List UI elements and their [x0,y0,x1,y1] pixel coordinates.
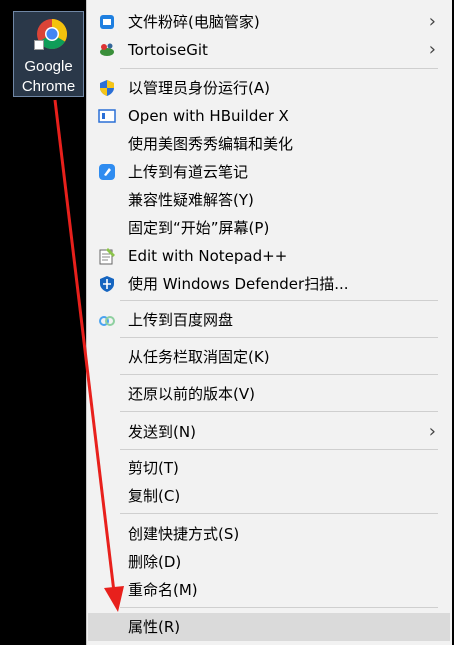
menu-item-run-as-admin[interactable]: 以管理员身份运行(A) [88,74,450,102]
menu-separator [120,513,438,514]
hbuilder-icon [98,109,116,123]
youdao-icon [99,164,115,180]
menu-separator [120,68,438,69]
menu-item-properties[interactable]: 属性(R) [88,613,450,641]
menu-item-create-shortcut[interactable]: 创建快捷方式(S) [88,520,450,548]
menu-separator [120,449,438,450]
defender-icon [100,276,114,292]
context-menu: 文件粉碎(电脑管家) › TortoiseGit › 以管理员身份运行(A) O… [86,0,452,645]
menu-item-unpin-taskbar[interactable]: 从任务栏取消固定(K) [88,343,450,371]
chevron-right-icon: › [428,421,436,442]
shred-icon [100,15,114,29]
menu-item-file-shred[interactable]: 文件粉碎(电脑管家) › [88,8,450,36]
menu-separator [120,374,438,375]
menu-item-copy[interactable]: 复制(C) [88,482,450,510]
menu-item-compat-troubleshoot[interactable]: 兼容性疑难解答(Y) [88,186,450,214]
menu-item-notepadpp[interactable]: Edit with Notepad++ [88,242,450,270]
menu-separator [120,300,438,301]
chevron-right-icon: › [428,39,436,60]
menu-item-delete[interactable]: 删除(D) [88,548,450,576]
menu-item-restore-versions[interactable]: 还原以前的版本(V) [88,380,450,408]
chrome-shortcut[interactable]: Google Chrome [13,11,84,97]
menu-item-rename[interactable]: 重命名(M) [88,576,450,604]
menu-separator [120,337,438,338]
menu-item-defender-scan[interactable]: 使用 Windows Defender扫描... [88,270,450,298]
notepad-icon [99,248,115,265]
shield-icon [100,80,114,96]
menu-item-pin-start[interactable]: 固定到“开始”屏幕(P) [88,214,450,242]
menu-separator [120,607,438,608]
menu-item-meitu[interactable]: 使用美图秀秀编辑和美化 [88,130,450,158]
menu-item-cut[interactable]: 剪切(T) [88,454,450,482]
menu-separator [120,411,438,412]
tortoisegit-icon [100,43,114,56]
shortcut-label: Google Chrome [21,58,76,95]
shortcut-arrow-icon [34,40,44,50]
menu-item-open-hbuilder[interactable]: Open with HBuilder X [88,102,450,130]
menu-item-baidu-upload[interactable]: 上传到百度网盘 [88,306,450,334]
chevron-right-icon: › [428,11,436,32]
menu-item-tortoisegit[interactable]: TortoiseGit › [88,36,450,64]
menu-item-send-to[interactable]: 发送到(N) › [88,418,450,446]
baidu-icon [99,316,115,326]
menu-item-youdao[interactable]: 上传到有道云笔记 [88,158,450,186]
